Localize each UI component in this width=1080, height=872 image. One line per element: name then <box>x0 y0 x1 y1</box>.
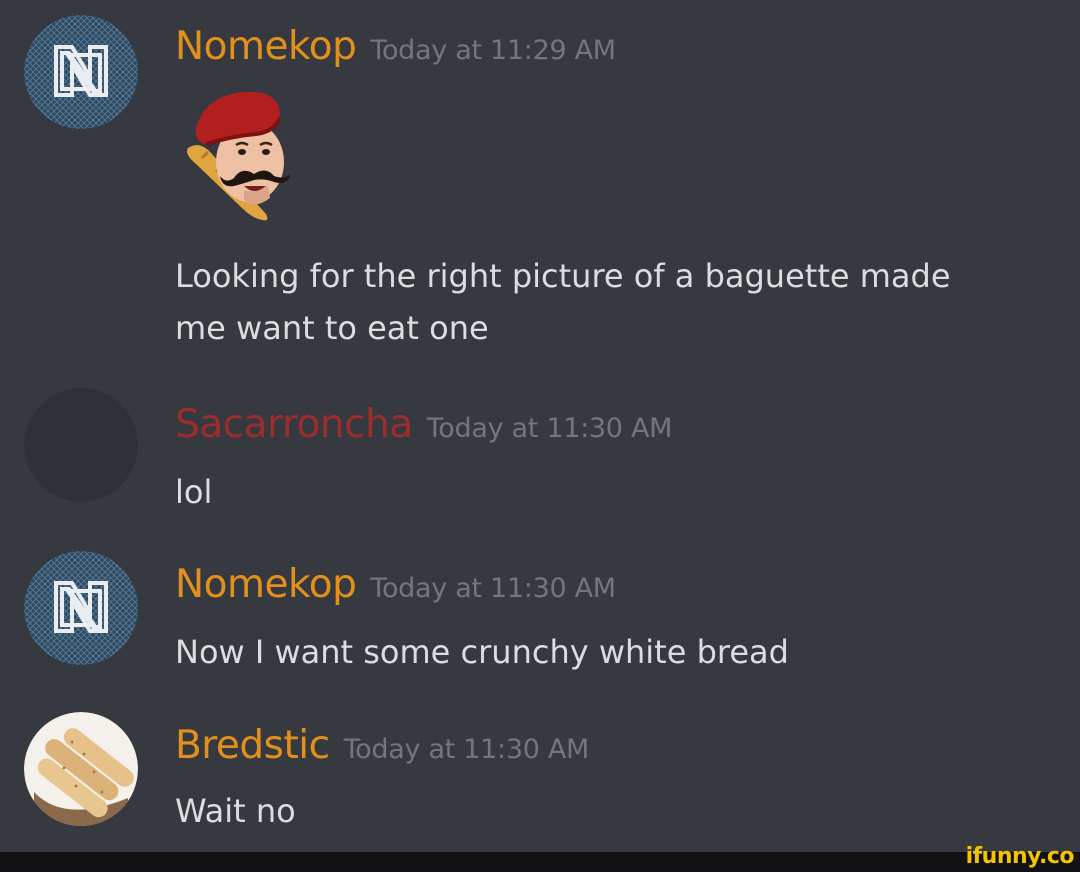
message-text: Wait no <box>175 785 296 837</box>
avatar[interactable] <box>24 388 138 502</box>
message-header: Nomekop Today at 11:30 AM <box>175 562 616 607</box>
message-text: lol <box>175 466 212 518</box>
avatar[interactable] <box>24 712 138 826</box>
watermark-bar <box>0 852 1080 872</box>
baguette-mustache-beret-emoji <box>187 91 290 221</box>
message-header: Nomekop Today at 11:29 AM <box>175 24 616 69</box>
message-line: Now I want some crunchy white bread <box>175 633 789 671</box>
breadsticks-photo-avatar <box>24 712 138 826</box>
message-line: me want to eat one <box>175 309 489 347</box>
message-text: Now I want some crunchy white bread <box>175 626 789 678</box>
nomekop-logo-icon <box>24 15 138 129</box>
message-header: Bredstic Today at 11:30 AM <box>175 723 589 768</box>
username[interactable]: Sacarroncha <box>175 402 413 447</box>
message-line: Wait no <box>175 792 296 830</box>
timestamp[interactable]: Today at 11:30 AM <box>370 573 616 604</box>
timestamp[interactable]: Today at 11:29 AM <box>370 35 616 66</box>
message-text: Looking for the right picture of a bague… <box>175 250 951 354</box>
chat-log: Nomekop Today at 11:29 AM Looking for the… <box>0 0 1080 852</box>
message-header: Sacarroncha Today at 11:30 AM <box>175 402 672 447</box>
ifunny-watermark: ifunny.co <box>965 844 1075 869</box>
message-line: Looking for the right picture of a bague… <box>175 257 951 295</box>
message-line: lol <box>175 473 213 511</box>
avatar[interactable] <box>24 551 138 665</box>
avatar[interactable] <box>24 15 138 129</box>
timestamp[interactable]: Today at 11:30 AM <box>427 413 673 444</box>
username[interactable]: Nomekop <box>175 562 357 607</box>
timestamp[interactable]: Today at 11:30 AM <box>344 734 590 765</box>
username[interactable]: Bredstic <box>175 723 330 768</box>
blank-avatar <box>24 388 138 502</box>
nomekop-logo-icon <box>24 551 138 665</box>
username[interactable]: Nomekop <box>175 24 357 69</box>
